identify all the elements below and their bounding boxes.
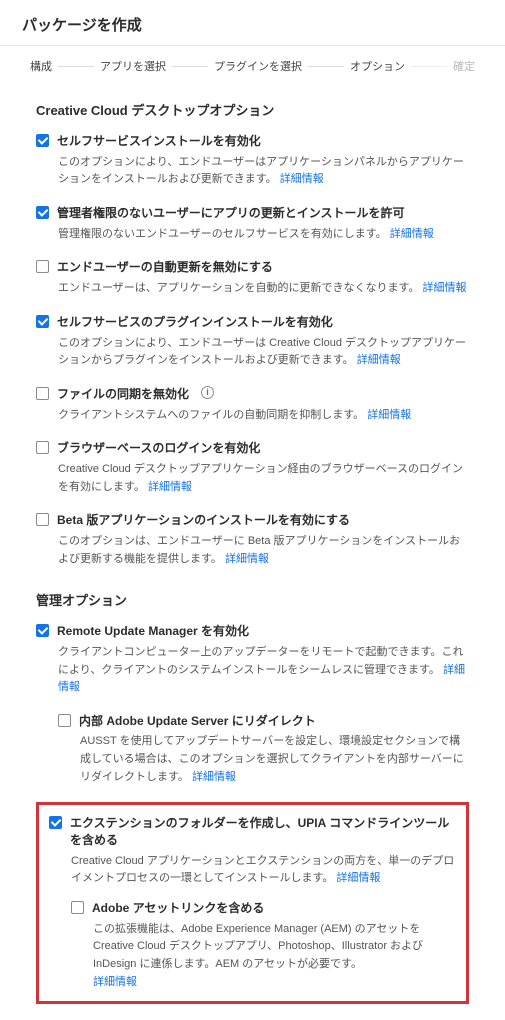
desc-disable-auto-update: エンドユーザーは、アプリケーションを自動的に更新できなくなります。 詳細情報 <box>58 280 469 298</box>
desc-internal-server: AUSST を使用してアップデートサーバーを設定し、環境設定セクションで構成して… <box>80 733 469 786</box>
label-internal-server: 内部 Adobe Update Server にリダイレクト <box>79 713 316 730</box>
option-internal-update-server: 内部 Adobe Update Server にリダイレクト AUSST を使用… <box>58 713 469 787</box>
checkbox-browser-login[interactable] <box>36 441 49 454</box>
more-info-link[interactable]: 詳細情報 <box>390 228 434 240</box>
checkbox-extension-folder[interactable] <box>49 816 62 829</box>
more-info-link[interactable]: 詳細情報 <box>367 409 411 421</box>
more-info-link[interactable]: 詳細情報 <box>225 553 269 565</box>
section-mgmt-title: 管理オプション <box>36 590 469 609</box>
option-disable-auto-update: エンドユーザーの自動更新を無効にする エンドユーザーは、アプリケーションを自動的… <box>36 259 469 297</box>
highlight-box: エクステンションのフォルダーを作成し、UPIA コマンドラインツールを含める C… <box>36 802 469 1004</box>
option-self-service-install: セルフサービスインストールを有効化 このオプションにより、エンドユーザーはアプリ… <box>36 133 469 189</box>
checkbox-self-service-plugin[interactable] <box>36 315 49 328</box>
checkbox-beta-apps[interactable] <box>36 513 49 526</box>
checkbox-internal-server[interactable] <box>58 714 71 727</box>
info-icon[interactable]: i <box>201 386 214 399</box>
option-asset-link: Adobe アセットリンクを含める この拡張機能は、Adobe Experien… <box>71 900 456 991</box>
desc-asset-link: この拡張機能は、Adobe Experience Manager (AEM) の… <box>93 921 456 991</box>
label-disable-file-sync: ファイルの同期を無効化 <box>57 386 189 403</box>
more-info-link[interactable]: 詳細情報 <box>357 354 401 366</box>
option-self-service-plugin: セルフサービスのプラグインインストールを有効化 このオプションにより、エンドユー… <box>36 314 469 370</box>
checkbox-disable-auto-update[interactable] <box>36 260 49 273</box>
step-line <box>172 66 208 67</box>
label-elevated-install: 管理者権限のないユーザーにアプリの更新とインストールを許可 <box>57 205 405 222</box>
desc-browser-login: Creative Cloud デスクトップアプリケーション経由のブラウザーベース… <box>58 461 469 496</box>
more-info-link[interactable]: 詳細情報 <box>280 173 324 185</box>
step-line <box>308 66 344 67</box>
step-plugins[interactable]: プラグインを選択 <box>214 58 302 74</box>
more-info-link[interactable]: 詳細情報 <box>93 976 137 988</box>
step-config[interactable]: 構成 <box>30 58 52 74</box>
label-rum: Remote Update Manager を有効化 <box>57 623 249 640</box>
label-disable-auto-update: エンドユーザーの自動更新を無効にする <box>57 259 273 276</box>
label-browser-login: ブラウザーベースのログインを有効化 <box>57 440 260 457</box>
step-line <box>411 66 447 67</box>
more-info-link[interactable]: 詳細情報 <box>192 771 236 783</box>
step-line <box>58 66 94 67</box>
stepper: 構成 アプリを選択 プラグインを選択 オプション 確定 <box>0 54 505 80</box>
step-options[interactable]: オプション <box>350 58 405 74</box>
section-cc-title: Creative Cloud デスクトップオプション <box>36 100 469 119</box>
step-finalize[interactable]: 確定 <box>453 58 475 74</box>
option-extension-folder: エクステンションのフォルダーを作成し、UPIA コマンドラインツールを含める C… <box>49 815 456 991</box>
label-self-service-install: セルフサービスインストールを有効化 <box>57 133 261 150</box>
option-beta-apps: Beta 版アプリケーションのインストールを有効にする このオプションは、エンド… <box>36 512 469 568</box>
checkbox-rum[interactable] <box>36 624 49 637</box>
checkbox-disable-file-sync[interactable] <box>36 387 49 400</box>
label-extension-folder: エクステンションのフォルダーを作成し、UPIA コマンドラインツールを含める <box>70 815 456 849</box>
desc-extension-folder: Creative Cloud アプリケーションとエクステンションの両方を、単一の… <box>71 853 456 888</box>
desc-rum: クライアントコンピューター上のアップデーターをリモートで起動できます。これにより… <box>58 644 469 697</box>
more-info-link[interactable]: 詳細情報 <box>336 872 380 884</box>
divider <box>0 45 505 46</box>
desc-self-service-plugin: このオプションにより、エンドユーザーは Creative Cloud デスクトッ… <box>58 335 469 370</box>
page-title: パッケージを作成 <box>0 0 505 45</box>
option-elevated-install: 管理者権限のないユーザーにアプリの更新とインストールを許可 管理権限のないエンド… <box>36 205 469 243</box>
more-info-link[interactable]: 詳細情報 <box>423 282 467 294</box>
checkbox-elevated-install[interactable] <box>36 206 49 219</box>
option-browser-login: ブラウザーベースのログインを有効化 Creative Cloud デスクトップア… <box>36 440 469 496</box>
desc-self-service-install: このオプションにより、エンドユーザーはアプリケーションパネルからアプリケーション… <box>58 154 469 189</box>
desc-beta-apps: このオプションは、エンドユーザーに Beta 版アプリケーションをインストールお… <box>58 533 469 568</box>
label-beta-apps: Beta 版アプリケーションのインストールを有効にする <box>57 512 350 529</box>
step-apps[interactable]: アプリを選択 <box>100 58 166 74</box>
label-asset-link: Adobe アセットリンクを含める <box>92 900 264 917</box>
label-self-service-plugin: セルフサービスのプラグインインストールを有効化 <box>57 314 333 331</box>
option-disable-file-sync: ファイルの同期を無効化 i クライアントシステムへのファイルの自動同期を抑制しま… <box>36 386 469 424</box>
more-info-link[interactable]: 詳細情報 <box>148 481 192 493</box>
desc-elevated-install: 管理権限のないエンドユーザーのセルフサービスを有効にします。 詳細情報 <box>58 226 469 244</box>
desc-disable-file-sync: クライアントシステムへのファイルの自動同期を抑制します。 詳細情報 <box>58 407 469 425</box>
option-remote-update-manager: Remote Update Manager を有効化 クライアントコンピューター… <box>36 623 469 697</box>
checkbox-self-service-install[interactable] <box>36 134 49 147</box>
checkbox-asset-link[interactable] <box>71 901 84 914</box>
